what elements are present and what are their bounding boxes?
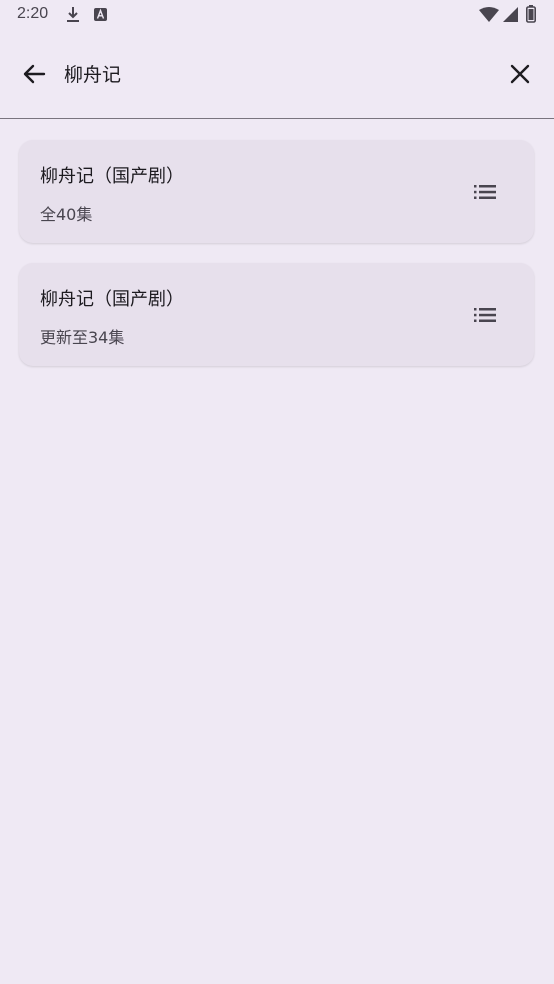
result-episodes: 更新至34集 [40,328,125,347]
arrow-left-icon [23,64,46,84]
search-query-input[interactable]: 柳舟记 [64,60,121,87]
list-icon [474,185,496,199]
status-time: 2:20 [17,5,49,22]
back-button[interactable] [18,58,50,90]
search-divider [0,118,554,119]
result-card[interactable]: 柳舟记（国产剧） 全40集 [19,140,534,243]
episode-list-button[interactable] [469,299,501,331]
status-bar: 2:20 [0,0,554,30]
signal-icon [503,7,518,22]
result-title: 柳舟记（国产剧） [40,289,184,310]
battery-icon [526,5,536,23]
result-title: 柳舟记（国产剧） [40,166,184,187]
font-app-icon [94,8,107,21]
close-icon [510,64,530,84]
list-icon [474,308,496,322]
wifi-icon [479,7,499,22]
download-icon [67,7,79,22]
episode-list-button[interactable] [469,176,501,208]
search-bar: 柳舟记 [0,36,554,118]
result-card[interactable]: 柳舟记（国产剧） 更新至34集 [19,263,534,366]
result-episodes: 全40集 [40,205,93,224]
clear-search-button[interactable] [504,58,536,90]
